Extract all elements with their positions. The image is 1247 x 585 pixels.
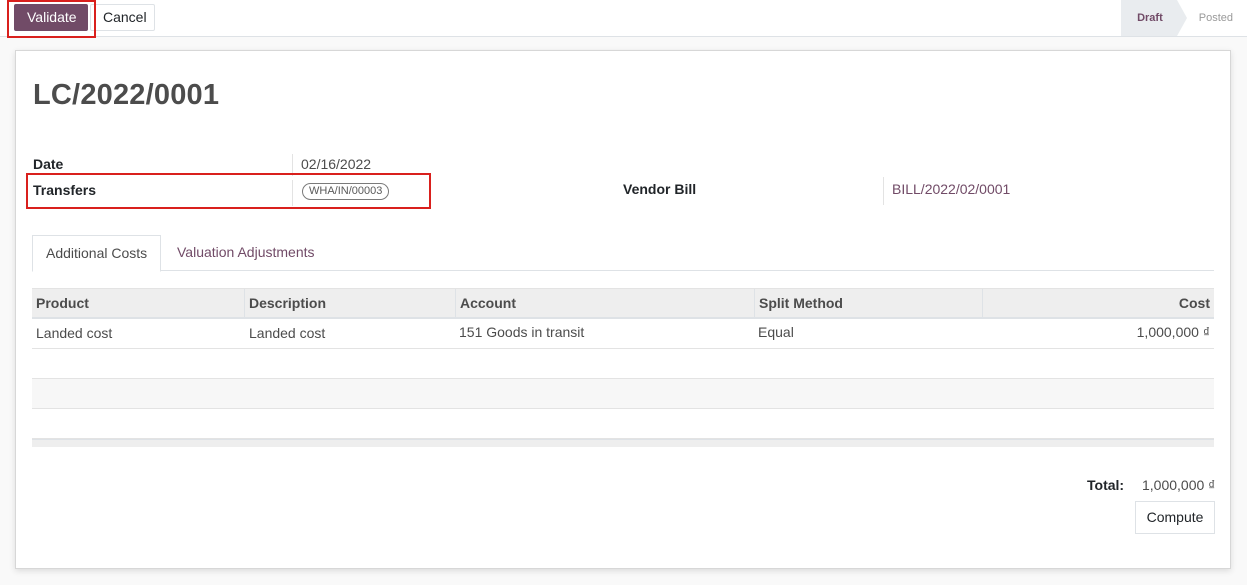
cell-account: 151 Goods in transit: [459, 324, 585, 340]
vendor-bill-divider: [883, 177, 884, 205]
validate-button[interactable]: Validate: [14, 4, 88, 31]
status-step-posted[interactable]: Posted: [1177, 0, 1247, 36]
column-header-description[interactable]: Description: [244, 289, 455, 318]
transfers-tag[interactable]: WHA/IN/00003: [302, 183, 390, 200]
control-panel: Validate Cancel Draft Posted: [0, 0, 1247, 37]
vendor-bill-link[interactable]: BILL/2022/02/0001: [892, 181, 1010, 197]
compute-button[interactable]: Compute: [1135, 501, 1215, 534]
date-divider: [292, 154, 293, 176]
total-value: 1,000,000 ₫: [1142, 477, 1216, 493]
date-label: Date: [33, 156, 64, 172]
table-row-empty: [32, 379, 1214, 409]
notebook-tabs: Additional Costs Valuation Adjustments: [32, 235, 1214, 272]
table-row[interactable]: Landed cost Landed cost 151 Goods in tra…: [32, 319, 1214, 349]
column-header-cost[interactable]: Cost: [982, 289, 1214, 318]
table-row-empty: [32, 349, 1214, 379]
column-header-product[interactable]: Product: [32, 289, 245, 318]
status-step-draft[interactable]: Draft: [1121, 0, 1187, 36]
tab-additional-costs[interactable]: Additional Costs: [32, 235, 162, 272]
table-header: Product Description Account Split Method…: [32, 288, 1214, 319]
total-label: Total:: [1087, 477, 1125, 493]
cell-cost: 1,000,000 ₫: [1136, 324, 1210, 340]
cell-product: Landed cost: [36, 325, 113, 341]
cancel-button[interactable]: Cancel: [90, 4, 155, 31]
vendor-bill-label: Vendor Bill: [623, 181, 697, 197]
cell-description: Landed cost: [249, 325, 326, 341]
cost-lines-table: Product Description Account Split Method…: [32, 288, 1214, 447]
column-header-split-method[interactable]: Split Method: [754, 289, 982, 318]
page-title: LC/2022/0001: [33, 79, 220, 111]
transfers-label: Transfers: [33, 182, 97, 198]
tab-valuation-adjustments[interactable]: Valuation Adjustments: [164, 235, 328, 271]
column-header-account[interactable]: Account: [455, 289, 754, 318]
status-bar: Draft Posted: [1121, 0, 1247, 36]
table-footer: [32, 439, 1214, 447]
transfers-divider: [292, 180, 293, 206]
date-field[interactable]: 02/16/2022: [301, 156, 371, 172]
form-sheet: LC/2022/0001 Date 02/16/2022 Transfers W…: [15, 50, 1231, 569]
table-row-empty: [32, 409, 1214, 439]
cell-split-method: Equal: [758, 324, 794, 340]
